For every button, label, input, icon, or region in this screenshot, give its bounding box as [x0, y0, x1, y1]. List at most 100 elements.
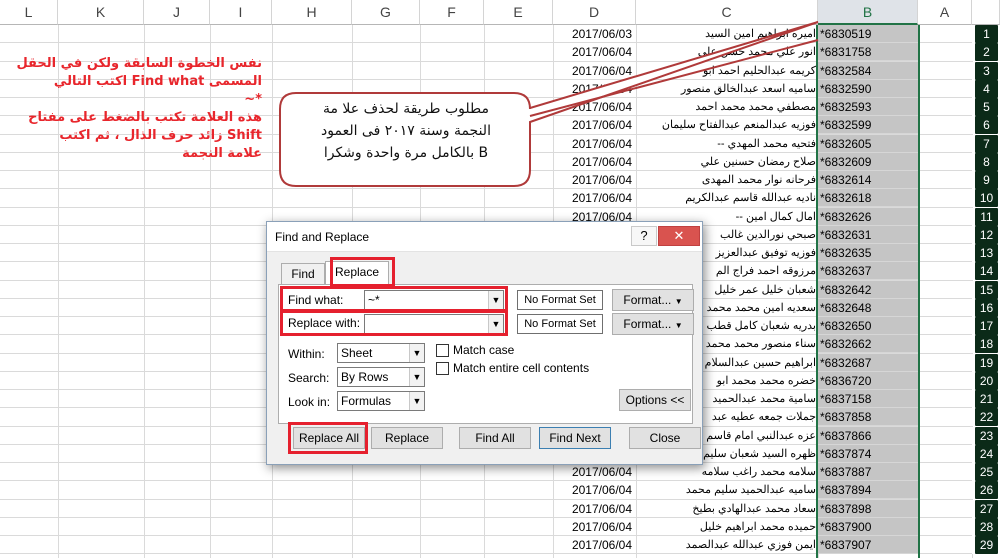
replace-button[interactable]: Replace: [371, 427, 443, 449]
row-header[interactable]: 9: [972, 171, 1000, 189]
row-header[interactable]: 24: [972, 444, 1000, 463]
cell-d[interactable]: 2017/06/04: [553, 98, 636, 116]
cell-c[interactable]: فتحيه محمد المهدي --: [628, 135, 818, 153]
tab-replace[interactable]: Replace: [325, 261, 389, 285]
cell-b[interactable]: *6830519: [818, 25, 918, 43]
cell-d[interactable]: 2017/06/04: [553, 500, 636, 518]
row-header[interactable]: 19: [972, 353, 1000, 372]
column-header-C[interactable]: C: [636, 0, 818, 25]
cell-b[interactable]: *6831758: [818, 43, 918, 62]
cell-c[interactable]: صلاح رمضان حسنين علي: [628, 153, 818, 171]
row-header[interactable]: 1: [972, 25, 1000, 43]
column-header-J[interactable]: J: [144, 0, 210, 25]
cell-b[interactable]: *6837907: [818, 536, 918, 554]
chevron-down-icon[interactable]: ▼: [409, 392, 424, 410]
row-header[interactable]: 25: [972, 463, 1000, 481]
cell-d[interactable]: 2017/06/04: [553, 518, 636, 536]
cell-b[interactable]: *6832626: [818, 207, 918, 226]
cell-b[interactable]: *6832593: [818, 98, 918, 116]
match-case-checkbox[interactable]: [436, 344, 449, 357]
cell-b[interactable]: *6832631: [818, 225, 918, 244]
cell-d[interactable]: 2017/06/04: [553, 463, 636, 481]
cell-d[interactable]: 2017/06/03: [553, 25, 636, 43]
cell-d[interactable]: 2017/06/04: [553, 536, 636, 554]
column-header-H[interactable]: H: [272, 0, 352, 25]
column-header-A[interactable]: A: [918, 0, 972, 25]
cell-c[interactable]: فوزيه عبدالمنعم عبدالفتاح سليمان: [628, 116, 818, 134]
cell-b[interactable]: *6832687: [818, 353, 918, 372]
cell-c[interactable]: فرحانه نوار محمد المهدى: [628, 171, 818, 189]
row-header[interactable]: 17: [972, 317, 1000, 335]
find-next-button[interactable]: Find Next: [539, 427, 611, 449]
cell-d[interactable]: 2017/06/04: [553, 116, 636, 134]
row-header[interactable]: 12: [972, 225, 1000, 244]
cell-c[interactable]: كريمه عبدالحليم احمد ابو: [628, 62, 818, 80]
help-button[interactable]: ?: [631, 226, 657, 246]
row-header[interactable]: 18: [972, 335, 1000, 354]
row-header[interactable]: 29: [972, 536, 1000, 554]
cell-c[interactable]: سعاد محمد عبدالهادي بطيخ: [628, 500, 818, 518]
cell-d[interactable]: 2017/06/04: [553, 481, 636, 499]
cell-b[interactable]: *6832642: [818, 280, 918, 299]
cell-b[interactable]: *6832648: [818, 298, 918, 317]
tab-find[interactable]: Find: [281, 263, 325, 285]
column-header-E[interactable]: E: [484, 0, 553, 25]
dialog-titlebar[interactable]: Find and Replace ? ✕: [267, 222, 702, 252]
cell-b[interactable]: *6832614: [818, 171, 918, 189]
chevron-down-icon[interactable]: ▼: [488, 291, 503, 309]
cell-b[interactable]: *6832584: [818, 61, 918, 80]
replace-with-input[interactable]: ▼: [364, 314, 504, 334]
cell-c[interactable]: ايمن فوزي عبدالله عبدالصمد: [628, 536, 818, 554]
cell-b[interactable]: *6836720: [818, 371, 918, 390]
row-header[interactable]: 28: [972, 517, 1000, 536]
row-header[interactable]: 7: [972, 134, 1000, 153]
cell-c[interactable]: اميره ابراهيم امين السيد: [628, 25, 818, 43]
cell-d[interactable]: 2017/06/04: [553, 80, 636, 98]
cell-b[interactable]: *6837866: [818, 426, 918, 445]
cell-b[interactable]: *6837887: [818, 463, 918, 481]
column-header-I[interactable]: I: [210, 0, 272, 25]
select-all-corner[interactable]: [972, 0, 1000, 25]
column-header-B[interactable]: B: [818, 0, 918, 25]
row-header[interactable]: 8: [972, 152, 1000, 171]
close-icon[interactable]: ✕: [658, 226, 700, 246]
cell-c[interactable]: ساميه عبدالحميد سليم محمد: [628, 481, 818, 499]
row-header[interactable]: 21: [972, 390, 1000, 408]
cell-b[interactable]: *6837898: [818, 499, 918, 518]
row-header[interactable]: 5: [972, 98, 1000, 116]
cell-d[interactable]: 2017/06/04: [553, 153, 636, 171]
row-header[interactable]: 14: [972, 262, 1000, 281]
cell-b[interactable]: *6832609: [818, 152, 918, 171]
cell-c[interactable]: ناديه عبدالله قاسم عبدالكريم: [628, 189, 818, 207]
chevron-down-icon[interactable]: ▼: [488, 315, 503, 333]
row-header[interactable]: 22: [972, 408, 1000, 427]
cell-d[interactable]: 2017/06/04: [553, 135, 636, 153]
look-in-select[interactable]: Formulas ▼: [337, 391, 425, 411]
cell-b[interactable]: *6832635: [818, 244, 918, 262]
column-header-L[interactable]: L: [0, 0, 58, 25]
column-header-G[interactable]: G: [352, 0, 420, 25]
replace-all-button[interactable]: Replace All: [293, 427, 365, 449]
cell-b[interactable]: *6832599: [818, 116, 918, 135]
row-header[interactable]: 6: [972, 116, 1000, 135]
cell-b[interactable]: *6832650: [818, 317, 918, 335]
row-header[interactable]: 20: [972, 371, 1000, 390]
cell-c[interactable]: انور علي محمد حسن علي: [628, 43, 818, 61]
cell-c[interactable]: حميده محمد ابراهيم خليل: [628, 518, 818, 536]
cell-c[interactable]: سلامه محمد راغب سلامه: [628, 463, 818, 481]
row-header[interactable]: 4: [972, 79, 1000, 98]
cell-b[interactable]: *6837158: [818, 390, 918, 408]
cell-b[interactable]: *6832605: [818, 134, 918, 153]
column-header-K[interactable]: K: [58, 0, 144, 25]
replace-format-button[interactable]: Format... ▼: [612, 313, 694, 335]
row-header[interactable]: 10: [972, 189, 1000, 208]
find-all-button[interactable]: Find All: [459, 427, 531, 449]
find-what-input[interactable]: ~* ▼: [364, 290, 504, 310]
cell-d[interactable]: 2017/06/04: [553, 62, 636, 80]
cell-b[interactable]: *6837858: [818, 408, 918, 427]
column-header-F[interactable]: F: [420, 0, 484, 25]
row-header[interactable]: 2: [972, 43, 1000, 62]
cell-b[interactable]: *6837894: [818, 481, 918, 500]
cell-b[interactable]: *6837900: [818, 517, 918, 536]
row-header[interactable]: 26: [972, 481, 1000, 500]
